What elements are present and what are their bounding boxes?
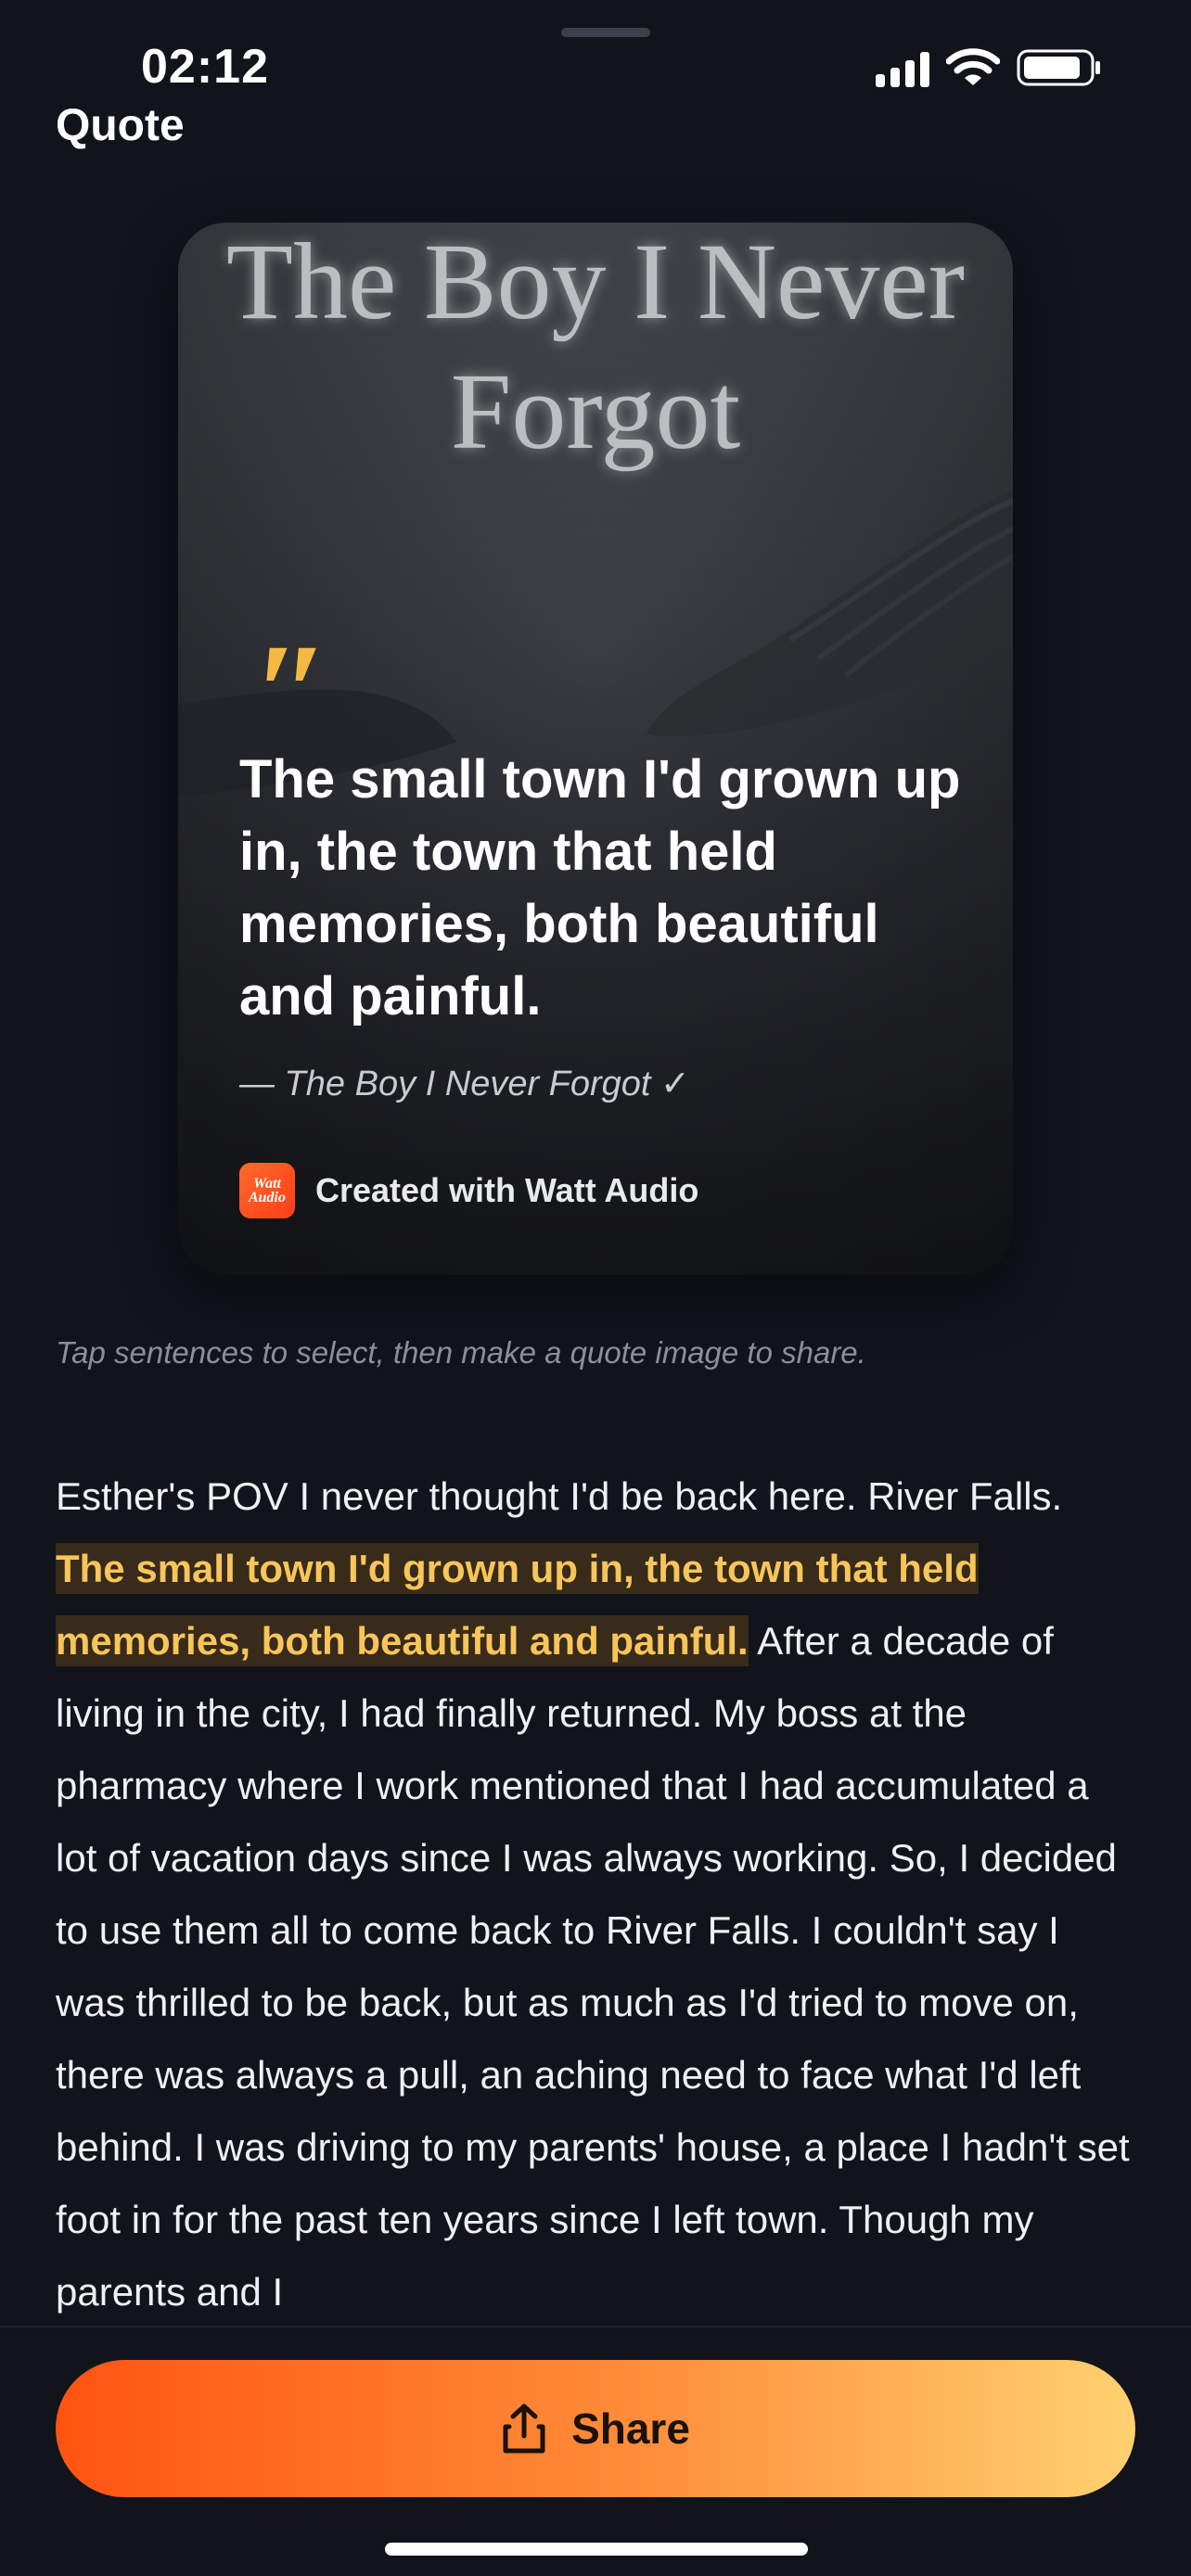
battery-icon (1017, 49, 1100, 86)
home-indicator[interactable] (385, 2543, 808, 2556)
instruction-hint: Tap sentences to select, then make a quo… (56, 1335, 866, 1370)
sentence-text[interactable]: Esther's POV I never thought I'd be back… (56, 1474, 1062, 1518)
share-button[interactable]: Share (56, 2360, 1135, 2497)
status-icons (876, 48, 1102, 87)
status-time: 02:12 (141, 40, 269, 94)
card-book-title-art: The Boy I Never Forgot (225, 223, 966, 472)
watt-audio-logo-icon: Watt Audio (239, 1163, 295, 1218)
page-title: Quote (56, 101, 185, 150)
share-icon (503, 2404, 545, 2454)
story-text: Esther's POV I never thought I'd be back… (56, 1460, 1139, 2328)
sentence-text[interactable]: After a decade of living in the city, I … (56, 1619, 1130, 2314)
brand-logo-line2: Audio (248, 1190, 286, 1205)
quote-screen: 02:12 Quote The Boy I Never Forgot " The… (0, 0, 1191, 2576)
brand-watermark: Watt Audio Created with Watt Audio (239, 1163, 698, 1218)
status-bar: 02:12 (0, 0, 1191, 102)
brand-logo-line1: Watt (253, 1176, 281, 1192)
cellular-signal-icon (876, 50, 929, 87)
quote-attribution: — The Boy I Never Forgot ✓ (239, 1065, 690, 1103)
quote-text: The small town I'd grown up in, the town… (239, 749, 961, 1027)
brand-text: Created with Watt Audio (315, 1171, 699, 1209)
quote-card-preview: The Boy I Never Forgot " The small town … (178, 223, 1013, 1275)
share-button-label: Share (571, 2404, 690, 2453)
wifi-icon (946, 48, 1000, 85)
